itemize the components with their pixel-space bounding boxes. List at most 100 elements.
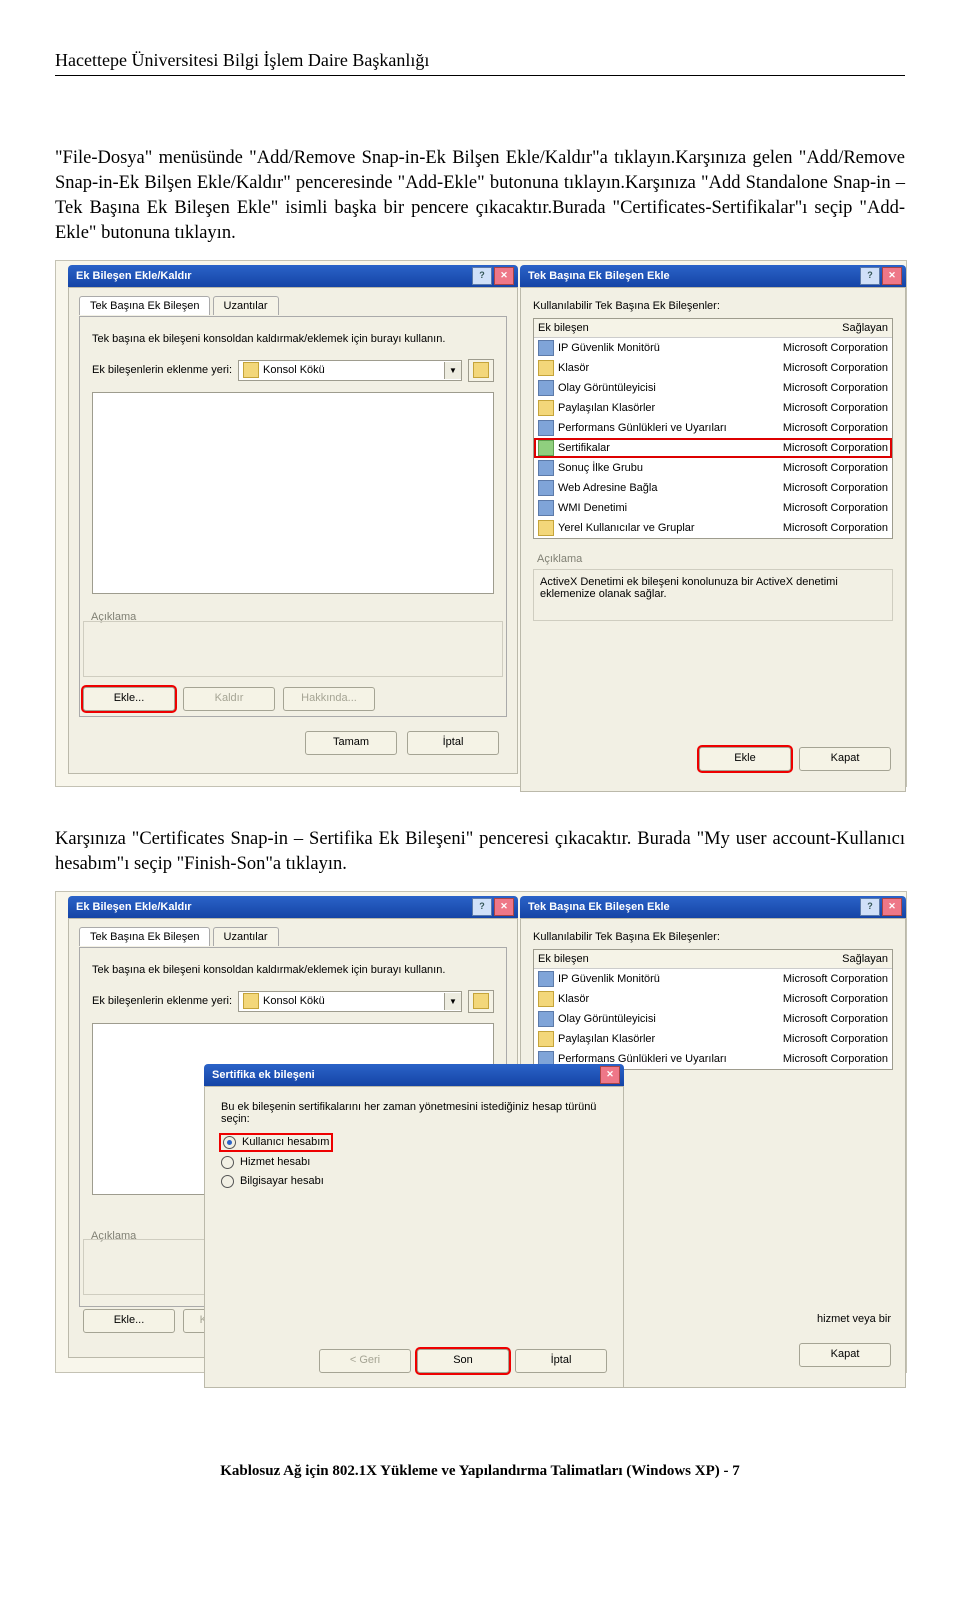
right-dialog-titlebar[interactable]: Tek Başına Ek Bileşen Ekle ? ✕ <box>520 896 906 918</box>
list-item[interactable]: Sertifikalar Microsoft Corporation <box>534 438 892 458</box>
paragraph-2: Karşınıza "Certificates Snap-in – Sertif… <box>55 827 905 877</box>
close-icon[interactable]: ✕ <box>882 898 902 916</box>
list-item[interactable]: KlasörMicrosoft Corporation <box>534 358 892 378</box>
cert-snapin-dialog: Sertifika ek bileşeni ✕ Bu ek bileşenin … <box>204 1064 624 1358</box>
help-icon[interactable]: ? <box>860 267 880 285</box>
col-vendor: Sağlayan <box>842 953 888 965</box>
cert-dialog-titlebar[interactable]: Sertifika ek bileşeni ✕ <box>204 1064 624 1086</box>
list-item[interactable]: Olay Görüntüleyicisi Microsoft Corporatio… <box>534 1009 892 1029</box>
screenshot-2: Ek Bileşen Ekle/Kaldır ? ✕ Tek Başına Ek… <box>55 891 907 1373</box>
paragraph-1: "File-Dosya" menüsünde "Add/Remove Snap-… <box>55 146 905 246</box>
rp-desc-truncated: hizmet veya bir <box>817 1313 891 1325</box>
list-item[interactable]: Sonuç İlke GrubuMicrosoft Corporation <box>534 458 892 478</box>
item-vendor: Microsoft Corporation <box>783 973 888 985</box>
snapin-listbox[interactable] <box>92 392 494 594</box>
radio-service-account[interactable]: Hizmet hesabı <box>221 1156 607 1169</box>
right-dialog-title: Tek Başına Ek Bileşen Ekle <box>528 265 670 287</box>
add-button[interactable]: Ekle... <box>83 1309 175 1333</box>
list-item[interactable]: Performans Günlükleri ve UyarılarıMicros… <box>534 418 892 438</box>
rp-desc-text: ActiveX Denetimi ek bileşeni konolunuza … <box>533 569 893 621</box>
radio-icon <box>221 1156 234 1169</box>
location-label: Ek bileşenlerin eklenme yeri: <box>92 995 232 1007</box>
chevron-down-icon[interactable]: ▼ <box>444 362 461 379</box>
item-name: Paylaşılan Klasörler <box>558 1033 655 1045</box>
item-icon <box>538 520 554 536</box>
item-icon <box>538 500 554 516</box>
tab-standalone[interactable]: Tek Başına Ek Bileşen <box>79 296 210 315</box>
tab-extensions[interactable]: Uzantılar <box>213 296 279 315</box>
item-name: Yerel Kullanıcılar ve Gruplar <box>558 522 695 534</box>
item-name: Olay Görüntüleyicisi <box>558 1013 656 1025</box>
rp-add-button[interactable]: Ekle <box>699 747 791 771</box>
list-item[interactable]: Web Adresine BağlaMicrosoft Corporation <box>534 478 892 498</box>
cert-dialog-body: Bu ek bileşenin sertifikalarını her zama… <box>204 1086 624 1388</box>
left-dialog-title: Ek Bileşen Ekle/Kaldır <box>76 896 192 918</box>
list-item[interactable]: IP Güvenlik Monitörü Microsoft Corporatio… <box>534 969 892 989</box>
item-vendor: Microsoft Corporation <box>783 442 888 454</box>
list-item[interactable]: Paylaşılan KlasörlerMicrosoft Corporatio… <box>534 1029 892 1049</box>
close-icon[interactable]: ✕ <box>600 1066 620 1084</box>
item-icon <box>538 971 554 987</box>
screenshot-1: Ek Bileşen Ekle/Kaldır ? ✕ Tek Başına Ek… <box>55 260 907 787</box>
radio-user-account[interactable]: Kullanıcı hesabım <box>221 1135 331 1150</box>
close-icon[interactable]: ✕ <box>882 267 902 285</box>
item-icon <box>538 991 554 1007</box>
help-icon[interactable]: ? <box>860 898 880 916</box>
description-box <box>83 621 503 677</box>
radio-computer-account[interactable]: Bilgisayar hesabı <box>221 1175 607 1188</box>
location-label: Ek bileşenlerin eklenme yeri: <box>92 364 232 376</box>
tab-standalone[interactable]: Tek Başına Ek Bileşen <box>79 927 210 946</box>
cancel-button[interactable]: İptal <box>407 731 499 755</box>
item-vendor: Microsoft Corporation <box>783 993 888 1005</box>
list-item[interactable]: WMI Denetimi Microsoft Corporation <box>534 498 892 518</box>
radio-icon <box>221 1175 234 1188</box>
location-dropdown[interactable]: Konsol Kökü ▼ <box>238 991 462 1012</box>
item-name: IP Güvenlik Monitörü <box>558 973 660 985</box>
help-icon[interactable]: ? <box>472 898 492 916</box>
radio-label: Bilgisayar hesabı <box>240 1175 324 1187</box>
doc-header: Hacettepe Üniversitesi Bilgi İşlem Daire… <box>55 50 905 71</box>
item-vendor: Microsoft Corporation <box>783 522 888 534</box>
left-dialog-titlebar[interactable]: Ek Bileşen Ekle/Kaldır ? ✕ <box>68 896 518 918</box>
header-rule <box>55 75 905 76</box>
help-icon[interactable]: ? <box>472 267 492 285</box>
right-dialog-body: Kullanılabilir Tek Başına Ek Bileşenler:… <box>520 287 906 792</box>
about-button: Hakkında... <box>283 687 375 711</box>
list-item[interactable]: IP Güvenlik MonitörüMicrosoft Corporatio… <box>534 338 892 358</box>
rp-close-button[interactable]: Kapat <box>799 747 891 771</box>
rp-close-button[interactable]: Kapat <box>799 1343 891 1367</box>
item-name: Sonuç İlke Grubu <box>558 462 643 474</box>
item-name: Sertifikalar <box>558 442 610 454</box>
item-vendor: Microsoft Corporation <box>783 502 888 514</box>
snapin-list[interactable]: Ek bileşen Sağlayan IP Güvenlik Monitörü… <box>533 949 893 1070</box>
item-vendor: Microsoft Corporation <box>783 342 888 354</box>
list-item[interactable]: Olay GörüntüleyicisiMicrosoft Corporatio… <box>534 378 892 398</box>
finish-button[interactable]: Son <box>417 1349 509 1373</box>
new-folder-button[interactable] <box>468 990 494 1013</box>
item-vendor: Microsoft Corporation <box>783 362 888 374</box>
add-button[interactable]: Ekle... <box>83 687 175 711</box>
left-dialog-titlebar[interactable]: Ek Bileşen Ekle/Kaldır ? ✕ <box>68 265 518 287</box>
item-vendor: Microsoft Corporation <box>783 402 888 414</box>
new-folder-button[interactable] <box>468 359 494 382</box>
item-vendor: Microsoft Corporation <box>783 1013 888 1025</box>
tab-extensions[interactable]: Uzantılar <box>213 927 279 946</box>
item-name: WMI Denetimi <box>558 502 627 514</box>
chevron-down-icon[interactable]: ▼ <box>444 993 461 1010</box>
right-dialog-titlebar[interactable]: Tek Başına Ek Bileşen Ekle ? ✕ <box>520 265 906 287</box>
list-item[interactable]: KlasörMicrosoft Corporation <box>534 989 892 1009</box>
item-icon <box>538 1031 554 1047</box>
list-item[interactable]: Paylaşılan KlasörlerMicrosoft Corporatio… <box>534 398 892 418</box>
close-icon[interactable]: ✕ <box>494 898 514 916</box>
cert-prompt: Bu ek bileşenin sertifikalarını her zama… <box>221 1101 601 1125</box>
close-icon[interactable]: ✕ <box>494 267 514 285</box>
list-item[interactable]: Yerel Kullanıcılar ve Gruplar Microsoft C… <box>534 518 892 538</box>
ok-button[interactable]: Tamam <box>305 731 397 755</box>
cancel-button[interactable]: İptal <box>515 1349 607 1373</box>
snapin-list[interactable]: Ek bileşen Sağlayan IP Güvenlik Monitörü… <box>533 318 893 539</box>
item-icon <box>538 460 554 476</box>
item-icon <box>538 420 554 436</box>
location-dropdown[interactable]: Konsol Kökü ▼ <box>238 360 462 381</box>
item-vendor: Microsoft Corporation <box>783 1053 888 1065</box>
page-footer: Kablosuz Ağ için 802.1X Yükleme ve Yapıl… <box>55 1463 905 1480</box>
